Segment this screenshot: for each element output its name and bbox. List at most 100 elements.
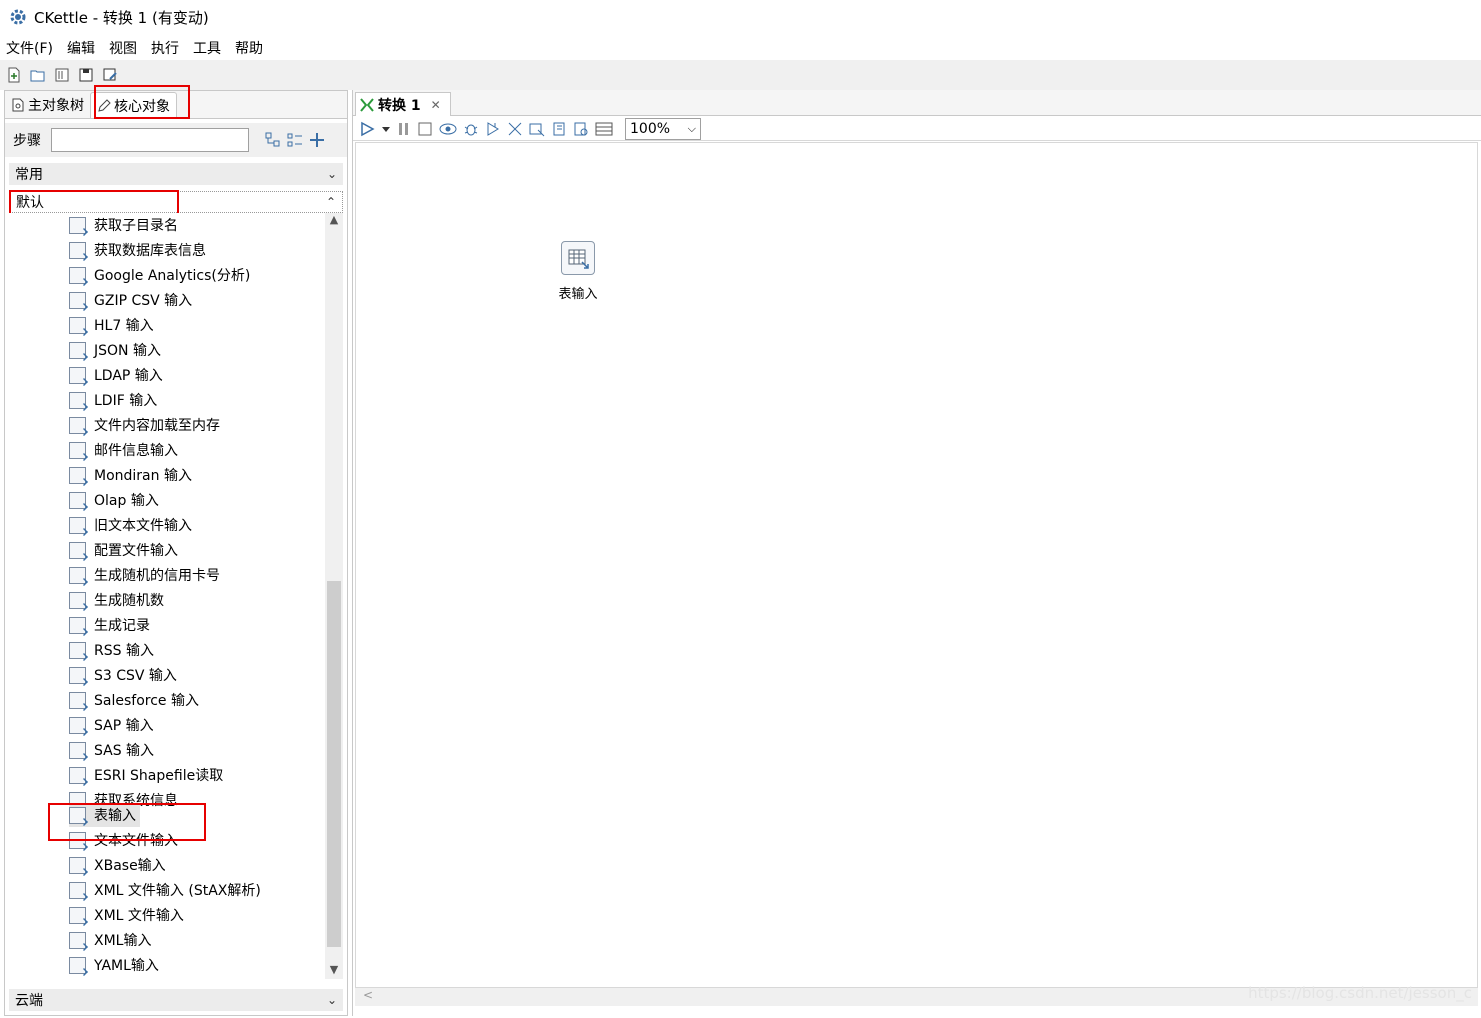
title-bar: CKettle - 转换 1 (有变动) xyxy=(0,0,1481,34)
collapse-tree-icon[interactable] xyxy=(287,132,303,148)
step-icon xyxy=(69,441,86,459)
run-icon[interactable] xyxy=(359,121,375,137)
list-item[interactable]: XML 文件输入 xyxy=(69,903,184,927)
list-item[interactable]: HL7 输入 xyxy=(69,313,154,337)
add-icon[interactable] xyxy=(309,132,325,148)
list-item[interactable]: 生成随机的信用卡号 xyxy=(69,563,220,587)
step-icon xyxy=(69,291,86,309)
zoom-select[interactable]: 100% ⌵ xyxy=(625,117,701,140)
transformation-canvas[interactable]: 表输入 xyxy=(355,142,1478,988)
menu-view[interactable]: 视图 xyxy=(109,38,137,58)
step-label: SAS 输入 xyxy=(94,743,155,759)
menu-edit[interactable]: 编辑 xyxy=(67,38,95,58)
list-item[interactable]: Mondiran 输入 xyxy=(69,463,192,487)
step-label: 生成记录 xyxy=(94,618,150,634)
explore-db-icon[interactable] xyxy=(573,121,589,137)
step-label: 文本文件输入 xyxy=(94,833,178,849)
list-item[interactable]: 生成记录 xyxy=(69,613,150,637)
list-item[interactable]: 生成随机数 xyxy=(69,588,164,612)
list-item[interactable]: SAP 输入 xyxy=(69,713,154,737)
category-default[interactable]: 默认 ⌃ xyxy=(9,191,343,213)
tab-transformation-1[interactable]: 转换 1 ✕ xyxy=(355,92,451,116)
scroll-left-icon[interactable]: < xyxy=(363,988,373,1002)
generate-sql-icon[interactable] xyxy=(551,121,567,137)
list-item[interactable]: ESRI Shapefile读取 xyxy=(69,763,223,787)
table-input-step-icon xyxy=(561,241,595,275)
show-results-icon[interactable] xyxy=(595,121,613,137)
table-input-icon xyxy=(69,806,86,824)
scroll-thumb[interactable] xyxy=(327,581,341,947)
step-search-input[interactable] xyxy=(51,128,249,152)
editor-tab-bar: 转换 1 ✕ xyxy=(353,90,1481,116)
list-item[interactable]: JSON 输入 xyxy=(69,338,161,362)
list-item[interactable]: LDAP 输入 xyxy=(69,363,163,387)
list-item[interactable]: 邮件信息输入 xyxy=(69,438,178,462)
list-item[interactable]: 旧文本文件输入 xyxy=(69,513,192,537)
list-item[interactable]: 文本文件输入 xyxy=(69,828,178,852)
list-item[interactable]: S3 CSV 输入 xyxy=(69,663,177,687)
step-icon xyxy=(69,956,86,974)
step-list-scrollbar[interactable]: ▲ ▼ xyxy=(325,213,343,979)
list-item[interactable]: GZIP CSV 输入 xyxy=(69,288,192,312)
menu-help[interactable]: 帮助 xyxy=(235,38,263,58)
step-icon xyxy=(69,316,86,334)
close-icon[interactable]: ✕ xyxy=(431,98,441,112)
menu-tools[interactable]: 工具 xyxy=(193,38,221,58)
new-file-icon[interactable] xyxy=(6,67,22,83)
step-search-row: 步骤 xyxy=(5,123,347,157)
tree-doc-icon xyxy=(12,98,24,112)
list-item[interactable]: 获取子目录名 xyxy=(69,213,178,237)
replay-icon[interactable] xyxy=(485,121,501,137)
category-cloud[interactable]: 云端 ⌄ xyxy=(9,989,343,1011)
expand-tree-icon[interactable] xyxy=(265,132,281,148)
save-icon[interactable] xyxy=(78,67,94,83)
step-icon xyxy=(69,491,86,509)
tab-core-objects[interactable]: 核心对象 xyxy=(90,92,177,118)
list-item[interactable]: XML输入 xyxy=(69,928,151,952)
canvas-step-table-input[interactable]: 表输入 xyxy=(548,241,608,302)
save-as-icon[interactable] xyxy=(102,67,118,83)
chevron-down-icon: ⌄ xyxy=(326,993,337,1007)
list-item[interactable]: 获取数据库表信息 xyxy=(69,238,206,262)
explore-repository-icon[interactable] xyxy=(54,67,70,83)
window-title: CKettle - 转换 1 (有变动) xyxy=(34,8,209,27)
list-item-table-input[interactable]: 表输入 xyxy=(69,803,140,827)
list-item[interactable]: RSS 输入 xyxy=(69,638,154,662)
debug-bug-icon[interactable] xyxy=(463,121,479,137)
list-item[interactable]: SAS 输入 xyxy=(69,738,154,762)
menu-bar: 文件(F) 编辑 视图 执行 工具 帮助 xyxy=(0,36,277,60)
list-item[interactable]: XML 文件输入 (StAX解析) xyxy=(69,878,261,902)
tab-main-object-tree[interactable]: 主对象树 xyxy=(5,92,90,118)
scroll-up-icon[interactable]: ▲ xyxy=(325,213,343,229)
step-icon xyxy=(69,241,86,259)
verify-icon[interactable] xyxy=(507,121,523,137)
impact-analysis-icon[interactable] xyxy=(529,121,545,137)
list-item[interactable]: Google Analytics(分析) xyxy=(69,263,250,287)
step-icon xyxy=(69,341,86,359)
list-item[interactable]: Salesforce 输入 xyxy=(69,688,199,712)
kettle-gear-icon xyxy=(10,9,26,25)
run-dropdown-icon[interactable] xyxy=(381,121,391,137)
canvas-horizontal-scrollbar[interactable]: < https://blog.csdn.net/jesson_c xyxy=(355,984,1478,1006)
step-label: 旧文本文件输入 xyxy=(94,518,192,534)
list-item[interactable]: YAML输入 xyxy=(69,953,159,977)
preview-eye-icon[interactable] xyxy=(439,121,457,137)
left-tabs: 主对象树 核心对象 xyxy=(5,91,347,119)
scroll-down-icon[interactable]: ▼ xyxy=(325,963,343,979)
list-item[interactable]: 配置文件输入 xyxy=(69,538,178,562)
list-item[interactable]: 文件内容加载至内存 xyxy=(69,413,220,437)
stop-icon[interactable] xyxy=(417,121,433,137)
step-label: Mondiran 输入 xyxy=(94,468,192,484)
list-item[interactable]: LDIF 输入 xyxy=(69,388,157,412)
category-common[interactable]: 常用 ⌄ xyxy=(9,163,343,185)
open-folder-icon[interactable] xyxy=(30,67,46,83)
list-item[interactable]: Olap 输入 xyxy=(69,488,159,512)
menu-file[interactable]: 文件(F) xyxy=(6,38,53,58)
transformation-icon xyxy=(360,97,374,112)
list-item[interactable]: XBase输入 xyxy=(69,853,166,877)
step-list: 获取子目录名 获取数据库表信息 Google Analytics(分析) GZI… xyxy=(9,213,325,979)
step-label: 文件内容加载至内存 xyxy=(94,418,220,434)
menu-run[interactable]: 执行 xyxy=(151,38,179,58)
step-icon xyxy=(69,691,86,709)
pause-icon[interactable] xyxy=(397,121,411,137)
